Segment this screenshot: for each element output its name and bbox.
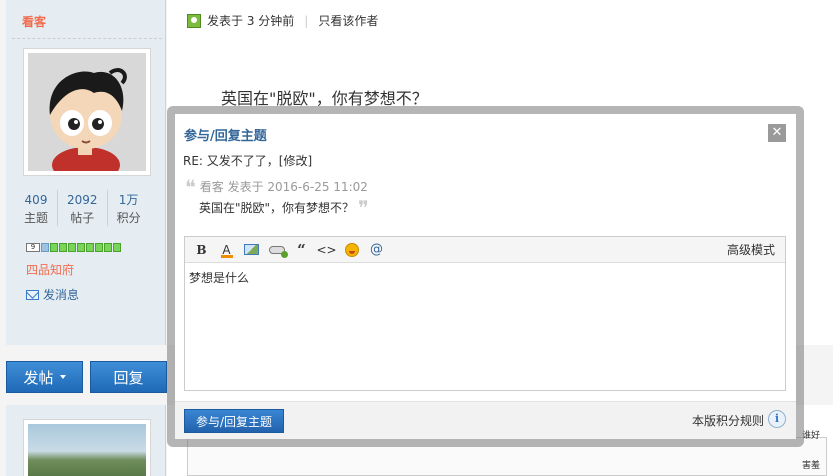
stat-label: 主题: [24, 211, 49, 225]
stat-label: 积分: [116, 211, 141, 225]
mention-button[interactable]: @: [364, 240, 389, 260]
close-quote-icon: ❞: [358, 195, 369, 220]
level-number: 9: [26, 243, 40, 252]
level-pip: [59, 243, 67, 252]
new-post-button[interactable]: 发帖: [6, 361, 83, 393]
send-message-link[interactable]: 发消息: [26, 286, 79, 303]
new-post-label: 发帖: [23, 368, 54, 387]
level-bar: 9: [26, 243, 121, 252]
level-pip: [95, 243, 103, 252]
link-icon: [268, 245, 288, 258]
open-quote-icon: ❝: [185, 174, 196, 199]
quote-body: 英国在"脱欧"，你有梦想不？ ❞: [199, 195, 369, 220]
stat-posts[interactable]: 2092 帖子: [57, 190, 107, 226]
info-icon[interactable]: i: [768, 410, 786, 428]
submit-reply-button[interactable]: 参与/回复主题: [184, 409, 284, 433]
sidebar-divider: [12, 38, 162, 39]
author-only-link[interactable]: 只看该作者: [318, 12, 378, 29]
cartoon-avatar-icon: [28, 53, 146, 171]
reply-modal: 参与/回复主题 ✕ RE: 又发不了了，[修改] ❝ 看客 发表于 2016-6…: [175, 114, 796, 439]
level-pip: [50, 243, 58, 252]
smiley-icon: [344, 242, 359, 257]
author-sidebar: 看客 409 主题 2092 帖子 1万 积分 9 四品知府 发消息: [6, 0, 166, 345]
stat-value: 409: [24, 193, 48, 207]
online-status-icon: [187, 13, 201, 28]
modal-footer: 参与/回复主题 本版积分规则 i: [175, 401, 796, 439]
link-button[interactable]: [264, 240, 289, 260]
reply-button[interactable]: 回复: [90, 361, 167, 393]
font-color-button[interactable]: A: [214, 240, 239, 260]
stat-value: 1万: [118, 193, 139, 207]
next-avatar[interactable]: [23, 419, 151, 476]
mail-icon: [26, 289, 39, 300]
quote-header: ❝ 看客 发表于 2016-6-25 11:02: [185, 174, 369, 199]
editor-textarea[interactable]: 梦想是什么: [185, 263, 785, 292]
quote-block: ❝ 看客 发表于 2016-6-25 11:02 英国在"脱欧"，你有梦想不？ …: [185, 174, 369, 220]
image-icon: [244, 244, 259, 255]
stat-credits[interactable]: 1万 积分: [106, 190, 150, 226]
level-pip: [77, 243, 85, 252]
post-time: 发表于 3 分钟前: [207, 14, 295, 28]
close-icon[interactable]: ✕: [768, 124, 786, 142]
bold-button[interactable]: B: [189, 240, 214, 260]
editor-toolbar: B A “ <> @ 高级模式: [185, 237, 785, 263]
reply-editor: B A “ <> @ 高级模式 梦想是什么: [184, 236, 786, 391]
credit-rules-link[interactable]: 本版积分规则: [692, 412, 764, 429]
quote-text: 英国在"脱欧"，你有梦想不？: [199, 201, 355, 215]
author-username[interactable]: 看客: [22, 13, 46, 30]
modal-title: 参与/回复主题: [184, 129, 267, 144]
chevron-down-icon: [59, 375, 66, 379]
level-pip: [41, 243, 49, 252]
level-pip: [113, 243, 121, 252]
badge-bottom-label: 害羞: [801, 461, 820, 471]
send-message-label: 发消息: [43, 288, 80, 302]
next-post-sidebar: [6, 405, 166, 476]
author-stats: 409 主题 2092 帖子 1万 积分: [18, 190, 150, 226]
reply-subject: RE: 又发不了了，[修改]: [183, 154, 313, 168]
smiley-button[interactable]: [339, 240, 364, 260]
landscape-avatar-image: [28, 424, 146, 476]
quote-button[interactable]: “: [289, 240, 314, 260]
meta-separator: |: [304, 13, 309, 28]
author-rank[interactable]: 四品知府: [26, 261, 74, 278]
level-pip: [68, 243, 76, 252]
avatar[interactable]: [23, 48, 151, 176]
code-button[interactable]: <>: [314, 240, 339, 260]
post-meta: 发表于 3 分钟前 | 只看该作者: [187, 12, 378, 29]
avatar-image: [28, 53, 146, 171]
image-button[interactable]: [239, 240, 264, 260]
reply-label: 回复: [113, 368, 144, 387]
stat-threads[interactable]: 409 主题: [18, 190, 57, 226]
quote-author-line: 看客 发表于 2016-6-25 11:02: [199, 180, 368, 194]
level-pip: [104, 243, 112, 252]
advanced-mode-link[interactable]: 高级模式: [727, 241, 775, 258]
level-pip: [86, 243, 94, 252]
stat-label: 帖子: [70, 211, 95, 225]
stat-value: 2092: [67, 193, 98, 207]
